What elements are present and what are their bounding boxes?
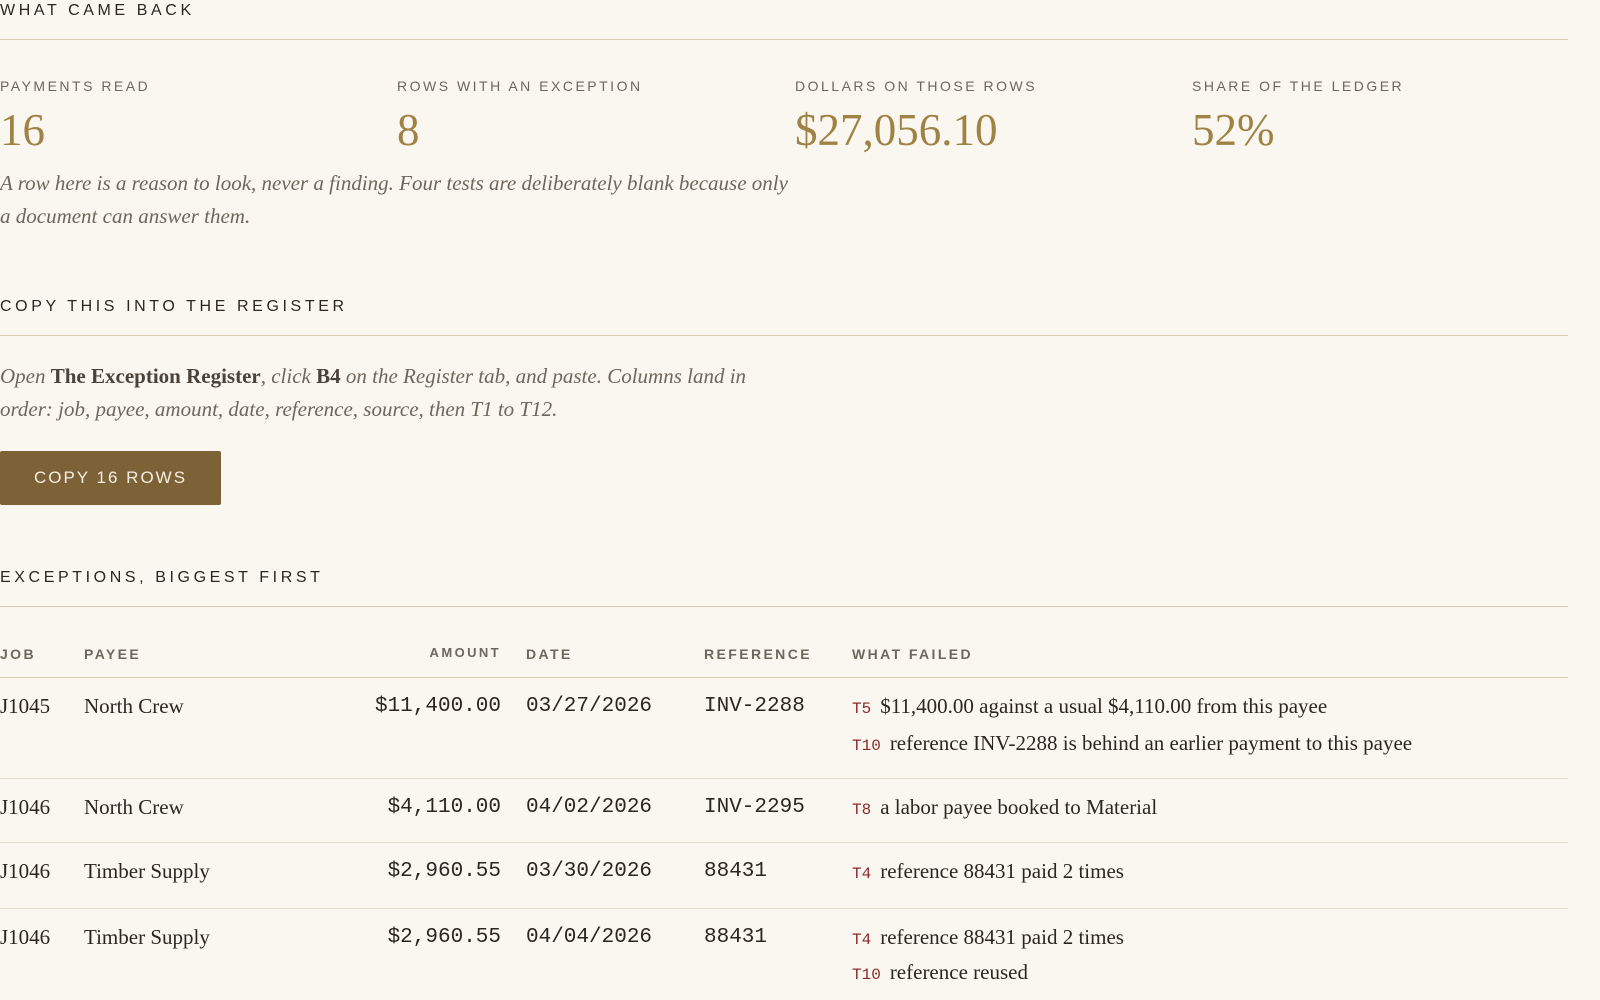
cell-date: 03/27/2026 [526, 695, 653, 718]
cell-payee: North Crew [84, 694, 184, 718]
cell-job: J1045 [0, 694, 51, 718]
register-name: The Exception Register [50, 364, 261, 388]
cell-payee: Timber Supply [84, 925, 210, 949]
cell-reference: INV-2295 [704, 796, 805, 819]
exceptions-heading: EXCEPTIONS, BIGGEST FIRST [0, 569, 324, 586]
failure-item: T10 reference reused [852, 960, 1028, 985]
cell-payee: Timber Supply [84, 859, 210, 883]
cell-amount: $2,960.55 [387, 860, 501, 883]
failure-text: reference 88431 paid 2 times [880, 925, 1124, 949]
column-header-reference: REFERENCE [704, 646, 812, 662]
table-row[interactable]: J1046 Timber Supply $2,960.55 03/30/2026… [0, 843, 1568, 908]
table-row[interactable]: J1046 Timber Supply $2,960.55 04/04/2026… [0, 909, 1568, 1000]
stat-value: $27,056.10 [795, 105, 998, 155]
instructions-text: Open [0, 364, 51, 388]
stat-label: ROWS WITH AN EXCEPTION [397, 78, 643, 94]
stat-payments-read: PAYMENTS READ 16 [0, 78, 150, 156]
cell-job: J1046 [0, 859, 51, 883]
failure-item: T4 reference 88431 paid 2 times [852, 925, 1124, 950]
table-row[interactable]: J1045 North Crew $11,400.00 03/27/2026 I… [0, 678, 1568, 778]
stat-label: PAYMENTS READ [0, 78, 151, 94]
copy-instructions: Open The Exception Register, click B4 on… [0, 360, 790, 426]
failure-item: T10 reference INV-2288 is behind an earli… [852, 731, 1412, 756]
cell-reference: 88431 [704, 926, 768, 949]
cell-reference: INV-2288 [704, 695, 805, 718]
test-code: T8 [852, 801, 872, 819]
test-code: T10 [852, 737, 881, 755]
summary-heading: WHAT CAME BACK [0, 2, 195, 19]
cell-amount: $11,400.00 [374, 695, 501, 718]
copy-divider [0, 335, 1568, 336]
cell-date: 04/04/2026 [526, 926, 653, 949]
column-header-date: DATE [526, 646, 573, 662]
failure-text: reference reused [889, 960, 1028, 984]
cell-amount: $4,110.00 [387, 796, 501, 819]
failure-item: T5 $11,400.00 against a usual $4,110.00 f… [852, 694, 1327, 719]
failure-text: $11,400.00 against a usual $4,110.00 fro… [880, 694, 1328, 718]
test-code: T4 [852, 865, 872, 883]
failure-text: reference INV-2288 is behind an earlier … [889, 731, 1413, 755]
stat-value: 16 [0, 105, 45, 155]
cell-job: J1046 [0, 795, 51, 819]
failure-text: reference 88431 paid 2 times [880, 859, 1124, 883]
column-header-what-failed: WHAT FAILED [852, 646, 974, 662]
failure-item: T8 a labor payee booked to Material [852, 795, 1157, 820]
test-code: T5 [852, 700, 872, 718]
stat-value: 52% [1192, 105, 1275, 155]
summary-divider [0, 39, 1568, 40]
exceptions-divider [0, 606, 1568, 607]
column-header-amount: AMOUNT [429, 645, 501, 660]
cell-date: 03/30/2026 [526, 860, 653, 883]
copy-rows-button[interactable]: COPY 16 ROWS [0, 451, 221, 505]
cell-payee: North Crew [84, 795, 184, 819]
cell-job: J1046 [0, 925, 51, 949]
test-code: T4 [852, 931, 872, 949]
stat-dollars-on-rows: DOLLARS ON THOSE ROWS $27,056.10 [795, 78, 1037, 156]
stat-label: DOLLARS ON THOSE ROWS [795, 78, 1038, 94]
stat-share-of-ledger: SHARE OF THE LEDGER 52% [1192, 78, 1404, 156]
cell-amount: $2,960.55 [387, 926, 501, 949]
cell-date: 04/02/2026 [526, 796, 653, 819]
instructions-text: , click [260, 364, 317, 388]
copy-heading: COPY THIS INTO THE REGISTER [0, 298, 348, 315]
summary-note: A row here is a reason to look, never a … [0, 171, 788, 228]
failure-text: a labor payee booked to Material [880, 795, 1158, 819]
column-header-payee: PAYEE [84, 646, 142, 662]
stat-label: SHARE OF THE LEDGER [1192, 78, 1405, 94]
column-header-job: JOB [0, 646, 36, 662]
cell-reference: B4 [316, 364, 341, 388]
test-code: T10 [852, 966, 881, 984]
table-row[interactable]: J1046 North Crew $4,110.00 04/02/2026 IN… [0, 779, 1568, 842]
results-page: WHAT CAME BACK PAYMENTS READ 16 ROWS WIT… [0, 0, 1568, 1000]
stat-value: 8 [397, 105, 420, 155]
cell-reference: 88431 [704, 860, 768, 883]
stat-rows-with-exception: ROWS WITH AN EXCEPTION 8 [397, 78, 643, 156]
failure-item: T4 reference 88431 paid 2 times [852, 859, 1124, 884]
